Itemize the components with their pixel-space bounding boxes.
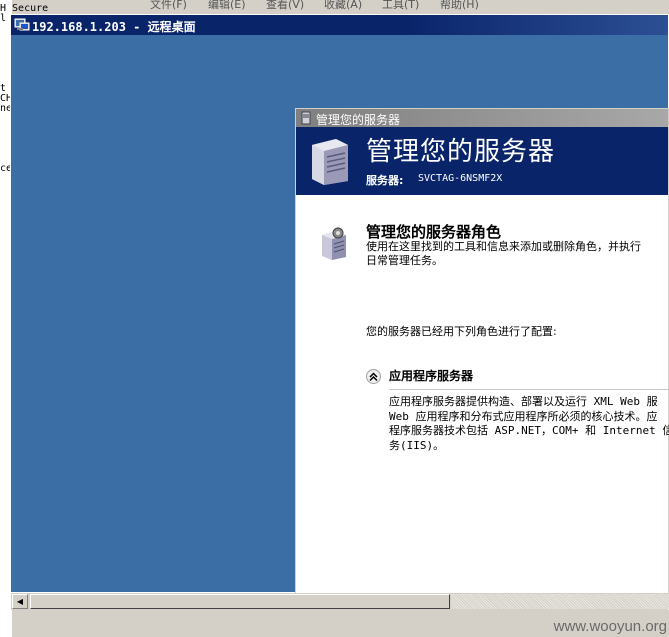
configured-roles-text: 您的服务器已经用下列角色进行了配置: — [366, 325, 557, 338]
app-server-description-line: 务(IIS)。 — [389, 438, 445, 452]
server-roles-heading: 管理您的服务器角色 — [366, 223, 502, 241]
app-server-description-line: 应用程序服务器提供构造、部署以及运行 XML Web 服 — [389, 395, 658, 408]
horizontal-scrollbar[interactable]: ◀ — [11, 592, 669, 610]
host-menu-edit[interactable]: 编辑(E) — [208, 0, 246, 12]
host-menu-tools[interactable]: 工具(T) — [382, 0, 419, 12]
collapse-chevron-icon[interactable] — [366, 369, 381, 384]
server-name: SVCTAG-6NSMF2X — [418, 173, 503, 184]
server-roles-description: 使用在这里找到的工具和信息来添加或删除角色，并执行 日常管理任务。 — [366, 240, 669, 268]
watermark: www.wooyun.org — [553, 618, 667, 635]
app-server-description-line: 程序服务器技术包括 ASP.NET，COM+ 和 Internet 信 — [389, 424, 669, 437]
roles-description-line: 日常管理任务。 — [366, 254, 443, 267]
remote-desktop-icon — [14, 18, 30, 31]
host-menu-view[interactable]: 查看(V) — [266, 0, 304, 12]
banner-heading: 管理您的服务器 — [366, 137, 556, 167]
host-menu-favorites[interactable]: 收藏(A) — [324, 0, 362, 12]
roles-description-line: 使用在这里找到的工具和信息来添加或删除角色，并执行 — [366, 240, 641, 253]
divider — [389, 389, 669, 390]
manage-server-banner: 管理您的服务器 服务器: SVCTAG-6NSMF2X — [296, 127, 668, 195]
app-server-description-line: Web 应用程序和分布式应用程序所必须的核心技术。应 — [389, 409, 658, 423]
server-label: 服务器: — [366, 174, 404, 187]
scroll-thumb[interactable] — [30, 594, 450, 609]
host-menu-file[interactable]: 文件(F) — [150, 0, 187, 12]
manage-server-window: 管理您的服务器 管理您的服务器 服务器: SVCTAG-6NSMF2X 管理您的… — [295, 108, 669, 594]
manage-server-window-title: 管理您的服务器 — [316, 113, 401, 127]
server-small-icon — [301, 111, 311, 125]
remote-desktop-title: 192.168.1.203 - 远程桌面 — [32, 20, 196, 34]
remote-desktop-titlebar[interactable]: 192.168.1.203 - 远程桌面 — [11, 15, 668, 35]
host-menu-help[interactable]: 帮助(H) — [440, 0, 479, 12]
manage-server-titlebar[interactable]: 管理您的服务器 — [296, 109, 668, 127]
scroll-left-button[interactable]: ◀ — [12, 594, 28, 609]
scroll-track[interactable] — [451, 594, 669, 609]
manage-server-content: 管理您的服务器角色 使用在这里找到的工具和信息来添加或删除角色，并执行 日常管理… — [296, 195, 669, 593]
host-menu-bar: 文件(F) 编辑(E) 查看(V) 收藏(A) 工具(T) 帮助(H) — [138, 0, 669, 12]
server-icon — [312, 139, 348, 185]
server-roles-icon — [322, 227, 346, 260]
application-server-description: 应用程序服务器提供构造、部署以及运行 XML Web 服 Web 应用程序和分布… — [389, 395, 669, 453]
application-server-heading[interactable]: 应用程序服务器 — [389, 367, 473, 384]
